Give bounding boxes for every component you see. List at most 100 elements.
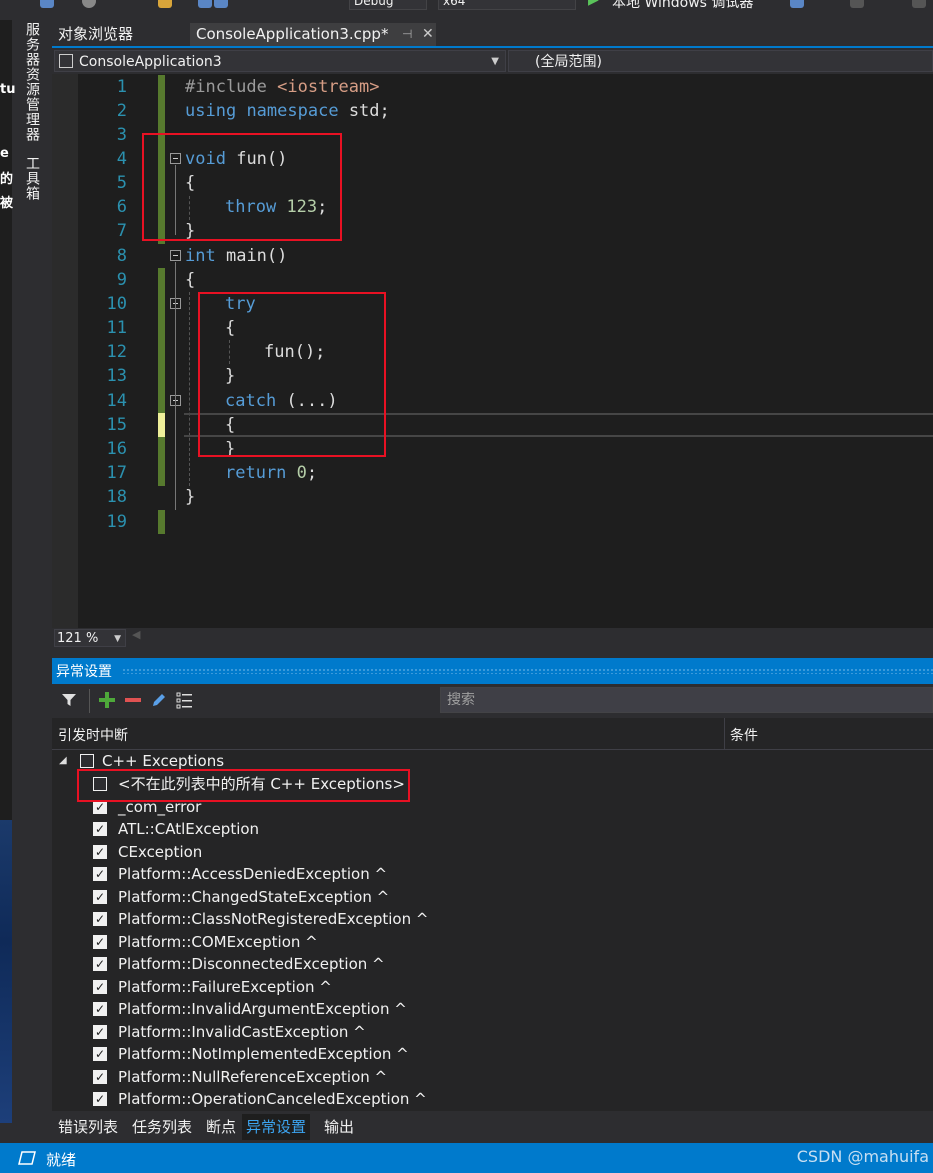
line-number: 16 <box>106 439 127 459</box>
line-number: 17 <box>106 463 127 483</box>
exception-settings-title-bar: 异常设置 <box>52 658 933 684</box>
zoom-select[interactable]: 121 % ▼ <box>54 629 126 647</box>
open-file-icon[interactable] <box>158 0 172 8</box>
start-debug-icon[interactable]: ▶ <box>588 0 599 8</box>
exception-checkbox[interactable]: ✓ <box>93 890 107 904</box>
toolbar-icon[interactable] <box>850 0 864 8</box>
splitter[interactable] <box>52 648 933 658</box>
tab-label: ConsoleApplication3.cpp* <box>196 25 389 43</box>
line-number: 2 <box>116 101 127 121</box>
exception-checkbox[interactable]: ✓ <box>93 867 107 881</box>
exception-row[interactable]: ✓ ATL::CAtlException <box>52 818 933 840</box>
exception-row[interactable]: ✓ Platform::ClassNotRegisteredException ^ <box>52 908 933 930</box>
highlight-box-try-catch <box>198 292 386 457</box>
column-break-when-thrown[interactable]: 引发时中断 <box>58 725 128 745</box>
exception-checkbox[interactable]: ✓ <box>93 1002 107 1016</box>
column-header: 引发时中断 条件 <box>52 718 933 750</box>
platform-select[interactable]: x64 <box>438 0 576 10</box>
save-all-icon[interactable] <box>214 0 228 8</box>
chevron-down-icon: ▼ <box>114 634 121 644</box>
tab-output[interactable]: 输出 <box>320 1114 358 1140</box>
exception-checkbox[interactable]: ✓ <box>93 912 107 926</box>
edge-text: tu <box>0 82 16 97</box>
exception-row[interactable]: ✓ Platform::FailureException ^ <box>52 976 933 998</box>
restore-defaults-icon[interactable] <box>176 691 194 709</box>
scope-dropdown[interactable]: (全局范围) <box>508 50 933 72</box>
line-number: 10 <box>106 294 127 314</box>
tab-breakpoints[interactable]: 断点 <box>202 1114 240 1140</box>
line-number: 15 <box>106 415 127 435</box>
server-explorer-tab[interactable]: 服务器资源管理器 <box>20 22 42 150</box>
expand-icon[interactable]: ◢ <box>59 750 67 772</box>
exception-checkbox[interactable]: ✓ <box>93 800 107 814</box>
remove-icon[interactable] <box>124 691 142 709</box>
exception-toolbar: 搜索 <box>52 685 933 717</box>
exception-row[interactable]: ✓ Platform::InvalidCastException ^ <box>52 1021 933 1043</box>
toolbox-tab[interactable]: 工具箱 <box>20 156 42 208</box>
solution-config-select[interactable]: Debug <box>349 0 427 10</box>
scope-name: (全局范围) <box>535 54 602 70</box>
exception-label: Platform::DisconnectedException ^ <box>118 955 385 973</box>
tab-task-list[interactable]: 任务列表 <box>128 1114 196 1140</box>
edge-text: 的 <box>0 172 14 187</box>
tab-exception-settings[interactable]: 异常设置 <box>242 1114 311 1140</box>
column-condition[interactable]: 条件 <box>730 725 758 745</box>
tab-object-browser[interactable]: 对象浏览器 <box>52 23 139 46</box>
exception-label: Platform::ClassNotRegisteredException ^ <box>118 910 429 928</box>
line-number: 4 <box>116 149 127 169</box>
exception-row[interactable]: ✓ Platform::DisconnectedException ^ <box>52 953 933 975</box>
exception-checkbox[interactable]: ✓ <box>93 845 107 859</box>
exception-checkbox[interactable]: ✓ <box>93 980 107 994</box>
filter-icon[interactable] <box>61 692 77 708</box>
notification-icon[interactable] <box>18 1151 36 1165</box>
exception-row[interactable]: ✓ Platform::OperationCanceledException ^ <box>52 1088 933 1110</box>
title-grip <box>122 668 933 674</box>
exception-row[interactable]: ✓ Platform::NullReferenceException ^ <box>52 1066 933 1088</box>
exception-row[interactable]: ✓ Platform::COMException ^ <box>52 931 933 953</box>
exception-row[interactable]: ✓ Platform::InvalidArgumentException ^ <box>52 998 933 1020</box>
exception-checkbox[interactable]: ✓ <box>93 1070 107 1084</box>
exception-checkbox[interactable]: ✓ <box>93 1092 107 1106</box>
line-number: 7 <box>116 221 127 241</box>
exception-label: CException <box>118 843 203 861</box>
status-text: 就绪 <box>46 1151 77 1169</box>
exception-row[interactable]: ✓ Platform::NotImplementedException ^ <box>52 1043 933 1065</box>
toolbar-separator <box>89 689 90 713</box>
code-line: using namespace std; <box>185 101 390 121</box>
exception-row[interactable]: ✓ Platform::ChangedStateException ^ <box>52 886 933 908</box>
exception-checkbox[interactable]: ✓ <box>93 935 107 949</box>
code-line: return 0; <box>225 463 318 483</box>
unsaved-change-marker <box>158 413 165 437</box>
edit-condition-icon[interactable] <box>150 691 168 709</box>
line-number: 3 <box>116 125 127 145</box>
exception-row[interactable]: ✓ CException <box>52 841 933 863</box>
exception-checkbox[interactable]: ✓ <box>93 1025 107 1039</box>
exception-label: Platform::InvalidArgumentException ^ <box>118 1000 407 1018</box>
search-input[interactable]: 搜索 <box>440 687 933 713</box>
line-number: 19 <box>106 512 127 532</box>
close-icon[interactable]: ✕ <box>422 23 434 46</box>
add-icon[interactable] <box>98 691 116 709</box>
edge-text: 被 <box>0 196 14 211</box>
exception-checkbox[interactable]: ✓ <box>93 957 107 971</box>
change-marker <box>158 510 165 534</box>
pin-icon[interactable]: ⊣ <box>402 23 412 46</box>
collapse-toggle[interactable] <box>170 250 181 261</box>
save-icon[interactable] <box>198 0 212 8</box>
toolbar-icon[interactable] <box>912 0 926 8</box>
forward-icon[interactable] <box>82 0 96 8</box>
code-line: { <box>185 270 196 290</box>
exception-checkbox[interactable]: ✓ <box>93 822 107 836</box>
panel-title: 异常设置 <box>56 664 112 680</box>
change-marker <box>158 268 165 413</box>
exception-row[interactable]: ✓ Platform::AccessDeniedException ^ <box>52 863 933 885</box>
start-debug-button[interactable]: 本地 Windows 调试器 <box>612 0 753 12</box>
exception-checkbox[interactable]: ✓ <box>93 1047 107 1061</box>
scroll-left-icon[interactable]: ◀ <box>132 628 140 641</box>
tab-console-application-cpp[interactable]: ConsoleApplication3.cpp* ⊣ ✕ <box>190 23 436 46</box>
back-icon[interactable] <box>40 0 54 8</box>
project-dropdown[interactable]: ConsoleApplication3 ▼ <box>54 50 506 72</box>
tab-error-list[interactable]: 错误列表 <box>54 1114 122 1140</box>
group-checkbox[interactable] <box>80 754 94 768</box>
attach-icon[interactable] <box>790 0 804 8</box>
